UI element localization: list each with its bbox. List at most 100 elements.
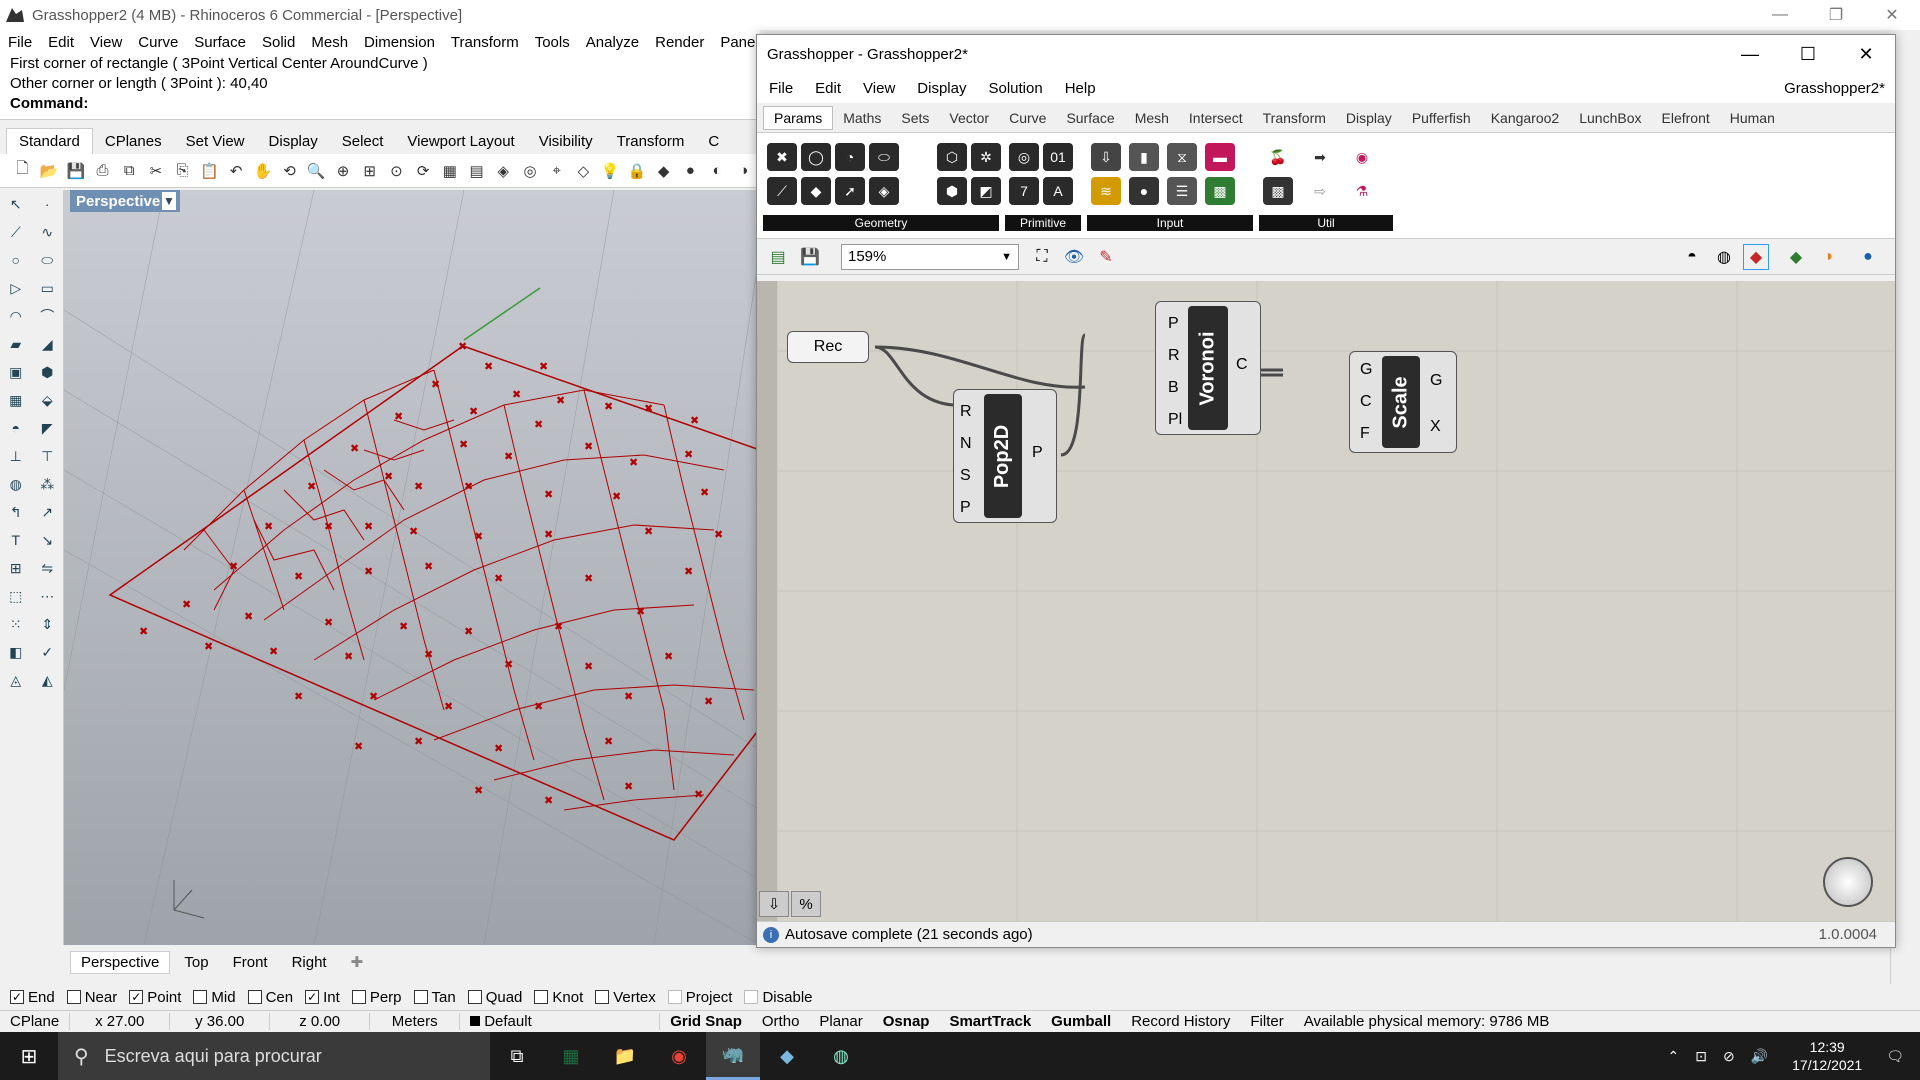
export-icon[interactable]: ⧉ xyxy=(119,160,140,182)
param-gradient-icon[interactable]: ▬ xyxy=(1205,143,1235,171)
tab-set-view[interactable]: Set View xyxy=(174,129,257,154)
undo-view-icon[interactable]: ⟳ xyxy=(413,160,434,182)
osnap-mid[interactable]: Mid xyxy=(193,989,236,1006)
osnap-quad[interactable]: Quad xyxy=(467,989,522,1006)
pan-icon[interactable]: ✋ xyxy=(252,160,273,182)
preview-shaded-icon[interactable]: ◆ xyxy=(1743,243,1769,270)
open-file-icon[interactable]: 📂 xyxy=(39,160,60,182)
util-cherry-icon[interactable]: 🍒 xyxy=(1263,143,1293,171)
check-icon[interactable]: ✓ xyxy=(37,642,57,662)
status-grid-snap[interactable]: Grid Snap xyxy=(660,1013,752,1030)
menu-curve[interactable]: Curve xyxy=(138,34,178,51)
gh-tab-lunchbox[interactable]: LunchBox xyxy=(1569,107,1651,129)
tab-transform[interactable]: Transform xyxy=(605,129,697,154)
osnap-vertex-checkbox[interactable] xyxy=(595,990,610,1004)
status-units[interactable]: Meters xyxy=(370,1013,461,1030)
circle-icon[interactable]: ○ xyxy=(6,250,26,270)
osnap-mid-checkbox[interactable] xyxy=(193,990,208,1004)
rectangle-icon[interactable]: ▭ xyxy=(37,278,57,298)
osnap-disable[interactable]: Disable xyxy=(744,989,813,1006)
osnap-quad-checkbox[interactable] xyxy=(467,990,482,1004)
osnap-project-checkbox[interactable] xyxy=(667,990,682,1004)
tray-network-icon[interactable]: ⊡ xyxy=(1695,1048,1707,1065)
render-color-icon[interactable]: ● xyxy=(680,160,701,182)
minimize-icon[interactable]: — xyxy=(1752,0,1808,30)
param-plane-icon[interactable]: ◆ xyxy=(801,177,831,205)
param-integer-icon[interactable]: 01 xyxy=(1043,143,1073,171)
pop2d-input-n[interactable]: N xyxy=(960,428,972,460)
gh-tab-curve[interactable]: Curve xyxy=(999,107,1056,129)
osnap-knot-checkbox[interactable] xyxy=(534,990,549,1004)
param-boolean-icon[interactable]: ◎ xyxy=(1009,143,1039,171)
osnap-knot[interactable]: Knot xyxy=(534,989,583,1006)
gh-tab-vector[interactable]: Vector xyxy=(939,107,999,129)
osnap-cen[interactable]: Cen xyxy=(247,989,293,1006)
osnap-point-checkbox[interactable]: ✓ xyxy=(129,990,144,1004)
status-layer[interactable]: Default xyxy=(460,1013,661,1030)
gh-tab-params[interactable]: Params xyxy=(763,105,834,130)
osnap-point[interactable]: ✓ Point xyxy=(129,989,181,1006)
loft-icon[interactable]: ◢ xyxy=(37,334,57,354)
status-cplane[interactable]: CPlane xyxy=(0,1013,71,1030)
gh-document-name[interactable]: Grasshopper2* xyxy=(1784,80,1885,97)
vp-tab-right[interactable]: Right xyxy=(282,952,337,973)
gh-menu-solution[interactable]: Solution xyxy=(988,80,1042,97)
preview-none-icon[interactable]: ◍ xyxy=(1711,244,1737,270)
osnap-end-checkbox[interactable]: ✓ xyxy=(10,990,24,1004)
select-arrow-icon[interactable]: ↖ xyxy=(6,194,26,214)
status-ortho[interactable]: Ortho xyxy=(752,1013,810,1030)
scale-output-g[interactable]: G xyxy=(1430,358,1442,404)
paint-app-icon[interactable]: ◍ xyxy=(814,1032,868,1080)
osnap-int-checkbox[interactable]: ✓ xyxy=(305,990,320,1004)
param-toggle-icon[interactable]: ▮ xyxy=(1129,143,1159,171)
boolean-icon[interactable]: ◓ xyxy=(6,418,26,438)
zoom-selected-icon[interactable]: ⊙ xyxy=(386,160,407,182)
param-value-list-icon[interactable]: ☰ xyxy=(1167,177,1197,205)
free-curve-icon[interactable]: ⌒ xyxy=(37,306,57,326)
curve-icon[interactable]: ∿ xyxy=(37,222,57,242)
ribbon-label-input[interactable]: Input xyxy=(1087,215,1253,231)
menu-tools[interactable]: Tools xyxy=(535,34,570,51)
cylinder-icon[interactable]: ⬢ xyxy=(37,362,57,382)
lock-icon[interactable]: 🔒 xyxy=(627,160,648,182)
pop2d-input-r[interactable]: R xyxy=(960,396,972,428)
gh-tab-elefront[interactable]: Elefront xyxy=(1652,107,1720,129)
param-group-icon[interactable]: ◩ xyxy=(971,177,1001,205)
viewport-menu-icon[interactable]: ▼ xyxy=(162,192,176,210)
preview-material-icon[interactable]: ◑ xyxy=(1815,244,1841,270)
voronoi-input-b[interactable]: B xyxy=(1168,372,1182,404)
osnap-tan[interactable]: Tan xyxy=(413,989,456,1006)
tray-chevron-up-icon[interactable]: ⌃ xyxy=(1668,1048,1680,1065)
copy-icon[interactable]: ⎘ xyxy=(172,160,193,182)
preview-mesh-quality-icon[interactable]: ● xyxy=(1855,244,1881,270)
tab-select[interactable]: Select xyxy=(330,129,396,154)
perspective-viewport[interactable]: ✖ ✖ ✖ ✖ ✖ ✖ ✖ ✖ ✖ ✖ ✖ ✖ ✖ ✖ ✖ ✖ ✖ ✖ ✖ ✖ ✖ ✖ ✖ ✖ ✖ ✖ ✖ ✖ ✖ ✖ ✖ ✖ … xyxy=(64,190,760,945)
util-flask-icon[interactable]: ⚗ xyxy=(1347,177,1377,205)
voronoi-input-pl[interactable]: Pl xyxy=(1168,404,1182,436)
extrude-icon[interactable]: ⬙ xyxy=(37,390,57,410)
util-arrow-icon[interactable]: ➡ xyxy=(1305,143,1335,171)
osnap-int[interactable]: ✓ Int xyxy=(305,989,340,1006)
voronoi-output-c[interactable]: C xyxy=(1236,356,1248,374)
gh-tab-maths[interactable]: Maths xyxy=(833,107,891,129)
snap-icon[interactable]: ⌖ xyxy=(546,160,567,182)
param-arc-icon[interactable]: ◔ xyxy=(835,143,865,171)
menu-dimension[interactable]: Dimension xyxy=(364,34,435,51)
gh-tab-sets[interactable]: Sets xyxy=(891,107,939,129)
util-cluster-icon[interactable]: ▩ xyxy=(1263,177,1293,205)
status-smarttrack[interactable]: SmartTrack xyxy=(939,1013,1041,1030)
ribbon-label-util[interactable]: Util xyxy=(1259,215,1393,231)
zoom-dropdown[interactable]: 159% ▼ xyxy=(841,243,1019,270)
ribbon-label-geometry[interactable]: Geometry xyxy=(763,215,999,231)
osnap-vertex[interactable]: Vertex xyxy=(595,989,656,1006)
preview-selected-icon[interactable]: ◆ xyxy=(1783,244,1809,270)
file-explorer-icon[interactable]: 📁 xyxy=(598,1032,652,1080)
gh-menu-help[interactable]: Help xyxy=(1065,80,1096,97)
rhino-app-icon[interactable]: 🦏 xyxy=(706,1032,760,1080)
menu-surface[interactable]: Surface xyxy=(194,34,246,51)
status-filter[interactable]: Filter xyxy=(1240,1013,1293,1030)
material-icon[interactable]: ◆ xyxy=(653,160,674,182)
osnap-near[interactable]: Near xyxy=(66,989,117,1006)
param-mesh-icon[interactable]: ✲ xyxy=(971,143,1001,171)
restore-icon[interactable]: ❐ xyxy=(1808,0,1864,30)
